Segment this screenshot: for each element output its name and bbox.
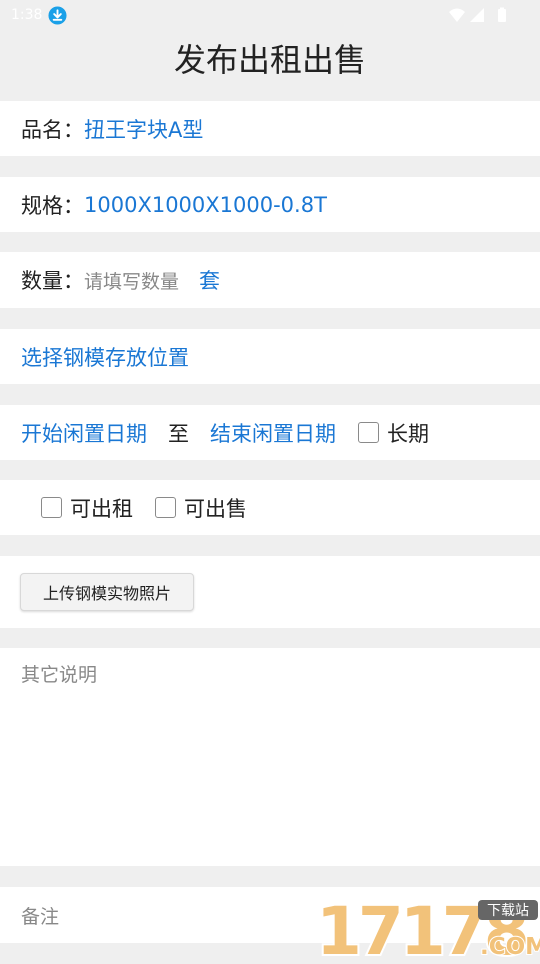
- select-location-link[interactable]: 选择钢模存放位置: [21, 342, 189, 372]
- watermark-badge-text: 下载站: [487, 903, 529, 919]
- page-title: 发布出租出售: [173, 41, 366, 79]
- rent-label[interactable]: 可出租: [70, 493, 133, 523]
- rent-checkbox[interactable]: [41, 497, 62, 518]
- signal-icon: [470, 8, 484, 22]
- name-row: 品名： 扭王字块A型: [0, 101, 540, 156]
- upload-row: 上传钢模实物照片: [0, 556, 540, 628]
- trade-options-row: 可出租 可出售: [0, 480, 540, 535]
- status-time: 1:38: [11, 7, 43, 23]
- end-date-picker[interactable]: 结束闲置日期: [210, 418, 336, 448]
- spec-value[interactable]: 1000X1000X1000-0.8T: [84, 193, 327, 217]
- download-icon: [48, 6, 67, 25]
- quantity-row: 数量： 请填写数量 套: [0, 252, 540, 308]
- date-separator: 至: [168, 421, 189, 446]
- long-term-label[interactable]: 长期: [387, 418, 429, 448]
- watermark-suffix: .COM: [480, 934, 540, 960]
- name-value[interactable]: 扭王字块A型: [84, 114, 203, 144]
- status-indicators: [449, 7, 506, 22]
- quantity-input[interactable]: 请填写数量: [84, 267, 179, 294]
- sale-label[interactable]: 可出售: [184, 493, 247, 523]
- spec-label: 规格：: [21, 193, 84, 218]
- spec-row: 规格： 1000X1000X1000-0.8T: [0, 177, 540, 232]
- start-date-picker[interactable]: 开始闲置日期: [21, 418, 147, 448]
- sale-checkbox[interactable]: [155, 497, 176, 518]
- idle-date-row: 开始闲置日期 至 结束闲置日期 长期: [0, 405, 540, 460]
- long-term-checkbox[interactable]: [358, 422, 379, 443]
- quantity-label: 数量：: [21, 269, 84, 293]
- other-notes-textarea[interactable]: 其它说明: [0, 648, 540, 866]
- status-bar: 1:38: [0, 0, 540, 30]
- quantity-unit: 套: [199, 269, 221, 293]
- battery-icon: [498, 9, 506, 22]
- remarks-input[interactable]: 备注: [21, 902, 59, 929]
- watermark-logo: 17178 下载站 .COM: [314, 891, 540, 964]
- name-label: 品名：: [21, 117, 84, 142]
- wifi-icon: [449, 8, 465, 22]
- location-row[interactable]: 选择钢模存放位置: [0, 329, 540, 384]
- upload-photo-button[interactable]: 上传钢模实物照片: [20, 573, 195, 611]
